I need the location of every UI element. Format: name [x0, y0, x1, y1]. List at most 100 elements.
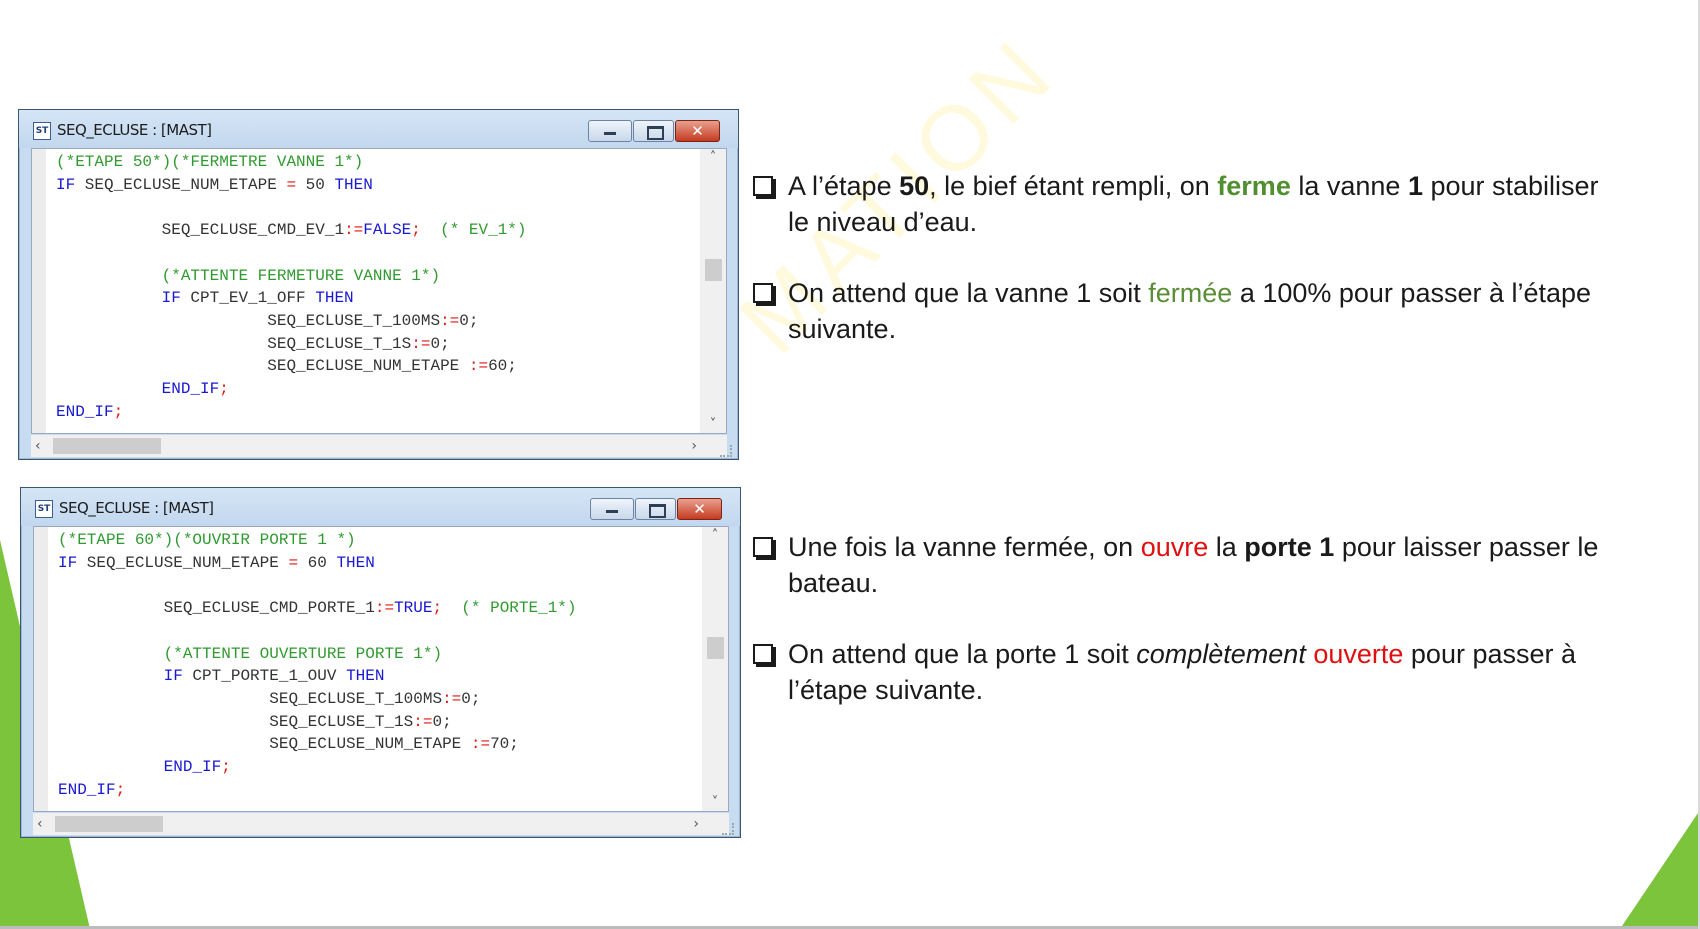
scroll-down-arrow-icon[interactable]: ˅ — [700, 417, 726, 432]
scroll-right-arrow-icon[interactable]: › — [691, 435, 697, 457]
close-icon: ✕ — [691, 122, 704, 140]
code-comment: (*ETAPE 50*)(*FERMETRE VANNE 1*) — [56, 153, 364, 171]
scroll-right-arrow-icon[interactable]: › — [693, 813, 699, 835]
scroll-left-arrow-icon[interactable]: ‹ — [37, 813, 43, 835]
code-editor-window[interactable]: ST SEQ_ECLUSE : [MAST] ✕ (*ETAPE 50*)(*F… — [18, 109, 739, 460]
code-operator: ; — [219, 380, 229, 399]
bullet-text-bold: porte 1 — [1244, 532, 1335, 562]
code-identifier: SEQ_ECLUSE_T_1S — [269, 712, 414, 731]
scroll-down-arrow-icon[interactable]: ˅ — [702, 795, 728, 810]
bullet-text: On attend que la porte 1 soit — [788, 639, 1137, 669]
code-keyword: END_IF — [56, 402, 114, 421]
code-operator: := — [440, 311, 460, 330]
code-keyword: IF — [58, 553, 78, 572]
bullet-text-highlight: ferme — [1217, 171, 1291, 201]
close-button[interactable]: ✕ — [675, 120, 720, 142]
horizontal-scrollbar[interactable]: ‹ › — [31, 435, 727, 457]
code-number: 50 — [296, 175, 335, 194]
code-keyword: THEN — [346, 667, 385, 686]
code-comment: (* PORTE_1*) — [461, 599, 577, 618]
code-comment: (* EV_1*) — [440, 221, 527, 240]
bullet-text-highlight: fermée — [1148, 278, 1233, 308]
code-number: 60 — [298, 553, 337, 572]
bullet-text-italic: complètement — [1136, 639, 1306, 669]
bullet-item: On attend que la porte 1 soit complèteme… — [752, 636, 1612, 708]
code-operator: ; — [115, 780, 126, 799]
green-triangle-right — [1620, 810, 1700, 929]
code-value: 0; — [430, 334, 450, 353]
code-identifier: CPT_EV_1_OFF — [180, 289, 316, 308]
bullet-text: A l’étape — [788, 171, 900, 201]
maximize-button[interactable] — [635, 498, 676, 520]
code-keyword: IF — [161, 289, 181, 308]
code-operator: := — [344, 221, 364, 240]
code-identifier: SEQ_ECLUSE_NUM_ETAPE — [75, 175, 287, 194]
code-identifier: CPT_PORTE_1_OUV — [182, 667, 347, 686]
bullet-text: la — [1208, 532, 1245, 562]
minimize-button[interactable] — [588, 120, 632, 142]
code-operator: := — [374, 599, 395, 618]
code-value: 0; — [461, 689, 481, 708]
checkbox-bullet-icon — [753, 537, 773, 557]
vertical-scroll-thumb[interactable] — [705, 259, 722, 281]
code-keyword: FALSE — [363, 221, 412, 240]
slide: MATION OUEST ST SEQ_ECLUSE : [MAST] ✕ (*… — [0, 0, 1700, 929]
code-identifier: SEQ_ECLUSE_CMD_PORTE_1 — [163, 599, 375, 618]
code-keyword: END_IF — [58, 780, 116, 799]
bullet-text-bold: 50 — [899, 171, 930, 201]
resize-grip-icon[interactable] — [720, 445, 732, 457]
green-corner-decoration-right — [1620, 810, 1700, 929]
horizontal-scroll-thumb[interactable] — [55, 816, 163, 832]
code-keyword: THEN — [315, 289, 354, 308]
code-keyword: END_IF — [161, 380, 220, 399]
scroll-left-arrow-icon[interactable]: ‹ — [35, 435, 41, 457]
code-identifier: SEQ_ECLUSE_CMD_EV_1 — [161, 221, 345, 240]
horizontal-scrollbar[interactable]: ‹ › — [33, 813, 729, 835]
bullet-text-bold: 1 — [1407, 171, 1423, 201]
close-button[interactable]: ✕ — [677, 498, 722, 520]
bullet-text: la vanne — [1290, 171, 1408, 201]
maximize-button[interactable] — [633, 120, 674, 142]
code-editor-area[interactable]: (*ETAPE 50*)(*FERMETRE VANNE 1*) IF SEQ_… — [31, 148, 727, 434]
minimize-button[interactable] — [590, 498, 634, 520]
code-identifier: SEQ_ECLUSE_T_1S — [267, 334, 412, 353]
window-title: SEQ_ECLUSE : [MAST] — [57, 121, 212, 139]
checkbox-bullet-icon — [753, 176, 773, 196]
st-icon: ST — [33, 122, 51, 140]
bullet-item: A l’étape 50, le bief étant rempli, on f… — [752, 168, 1612, 240]
bullet-item: On attend que la vanne 1 soit fermée a 1… — [752, 275, 1612, 347]
code-comment: (*ATTENTE FERMETURE VANNE 1*) — [161, 266, 441, 285]
code-block: (*ETAPE 50*)(*FERMETRE VANNE 1*) IF SEQ_… — [56, 151, 527, 423]
vertical-scrollbar[interactable]: ˄ ˅ — [702, 527, 728, 811]
scroll-up-arrow-icon[interactable]: ˄ — [700, 150, 726, 165]
code-keyword: THEN — [334, 175, 373, 194]
vertical-scroll-thumb[interactable] — [707, 637, 724, 659]
code-comment: (*ETAPE 60*)(*OUVRIR PORTE 1 *) — [58, 531, 356, 549]
code-identifier: SEQ_ECLUSE_NUM_ETAPE — [269, 735, 471, 754]
window-title: SEQ_ECLUSE : [MAST] — [59, 499, 214, 517]
code-operator: ; — [432, 599, 443, 618]
code-identifier: SEQ_ECLUSE_T_100MS — [269, 689, 443, 708]
bullet-text: , le bief étant rempli, on — [929, 171, 1218, 201]
vertical-scrollbar[interactable]: ˄ ˅ — [700, 149, 726, 433]
code-operator: ; — [411, 221, 421, 240]
window-titlebar[interactable]: ST SEQ_ECLUSE : [MAST] ✕ — [21, 488, 740, 526]
resize-grip-icon[interactable] — [722, 823, 734, 835]
window-titlebar[interactable]: ST SEQ_ECLUSE : [MAST] ✕ — [19, 110, 738, 148]
code-block: (*ETAPE 60*)(*OUVRIR PORTE 1 *) IF SEQ_E… — [58, 529, 577, 801]
code-operator: ; — [221, 758, 231, 777]
code-operator: := — [470, 735, 491, 754]
code-value: 0; — [432, 712, 452, 731]
code-operator: := — [413, 712, 433, 731]
code-editor-area[interactable]: (*ETAPE 60*)(*OUVRIR PORTE 1 *) IF SEQ_E… — [33, 526, 729, 812]
bullet-text-highlight: ouverte — [1313, 639, 1404, 669]
bullet-list-top: A l’étape 50, le bief étant rempli, on f… — [752, 168, 1612, 382]
code-value: 60; — [488, 357, 517, 376]
scroll-up-arrow-icon[interactable]: ˄ — [702, 528, 728, 543]
code-editor-window[interactable]: ST SEQ_ECLUSE : [MAST] ✕ (*ETAPE 60*)(*O… — [20, 487, 741, 838]
code-keyword: TRUE — [394, 599, 433, 618]
code-operator: := — [468, 357, 489, 376]
code-value: 70; — [490, 735, 519, 754]
horizontal-scroll-thumb[interactable] — [53, 438, 161, 454]
code-keyword: END_IF — [163, 758, 222, 777]
